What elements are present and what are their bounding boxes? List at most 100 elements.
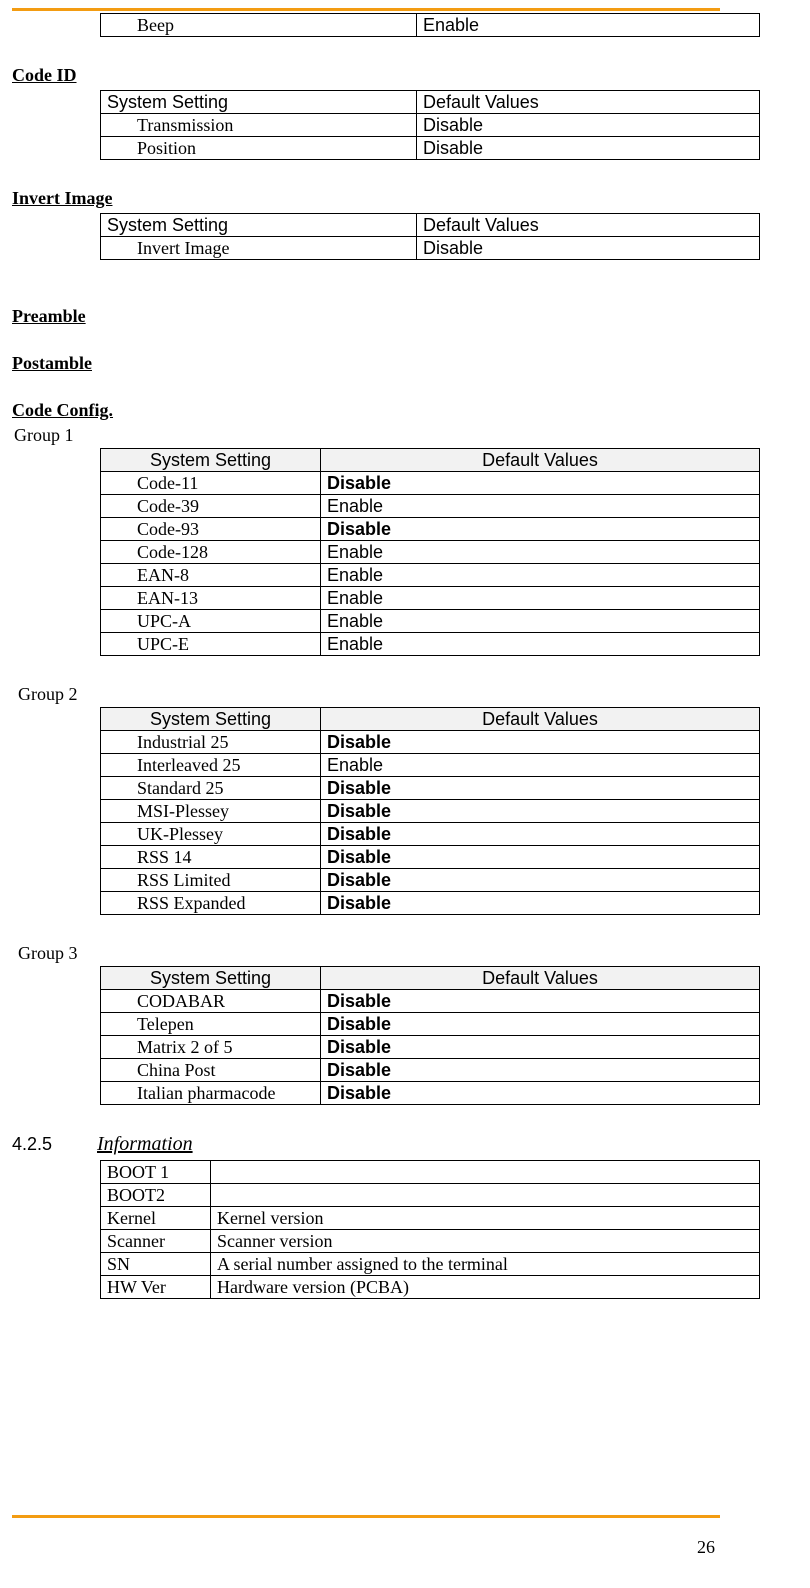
value-cell: Disable	[321, 1059, 760, 1082]
setting-cell: Position	[101, 137, 417, 160]
setting-cell: Interleaved 25	[101, 754, 321, 777]
table-row: TelepenDisable	[101, 1013, 760, 1036]
table-row: BOOT 1	[101, 1161, 760, 1184]
setting-cell: UPC-A	[101, 610, 321, 633]
setting-cell: CODABAR	[101, 990, 321, 1013]
header-cell: System Setting	[101, 91, 417, 114]
setting-cell: UK-Plessey	[101, 823, 321, 846]
table-row: Italian pharmacodeDisable	[101, 1082, 760, 1105]
value-cell: Enable	[321, 564, 760, 587]
page-number: 26	[697, 1537, 715, 1558]
table-row: Code-11Disable	[101, 472, 760, 495]
value-cell: Disable	[321, 800, 760, 823]
info-value: Scanner version	[211, 1230, 760, 1253]
table-row: Industrial 25Disable	[101, 731, 760, 754]
table-row: Interleaved 25Enable	[101, 754, 760, 777]
table-header-row: System Setting Default Values	[101, 967, 760, 990]
table-row: Invert Image Disable	[101, 237, 760, 260]
setting-cell: Transmission	[101, 114, 417, 137]
value-cell: Disable	[321, 990, 760, 1013]
value-cell: Disable	[321, 846, 760, 869]
group2-table: System Setting Default Values Industrial…	[100, 707, 760, 915]
table-row: MSI-PlesseyDisable	[101, 800, 760, 823]
value-cell: Disable	[417, 114, 760, 137]
value-cell: Enable	[321, 495, 760, 518]
info-key: SN	[101, 1253, 211, 1276]
value-cell: Disable	[321, 823, 760, 846]
value-cell: Disable	[321, 1082, 760, 1105]
header-cell: System Setting	[101, 967, 321, 990]
table-row: UK-PlesseyDisable	[101, 823, 760, 846]
setting-cell: EAN-13	[101, 587, 321, 610]
heading-invert-image: Invert Image	[12, 188, 720, 209]
setting-cell: China Post	[101, 1059, 321, 1082]
setting-cell: Standard 25	[101, 777, 321, 800]
header-cell: System Setting	[101, 708, 321, 731]
table-row: Code-93Disable	[101, 518, 760, 541]
table-row: SNA serial number assigned to the termin…	[101, 1253, 760, 1276]
value-cell: Enable	[321, 541, 760, 564]
table-header-row: System Setting Default Values	[101, 214, 760, 237]
group3-table: System Setting Default Values CODABARDis…	[100, 966, 760, 1105]
setting-cell: RSS Limited	[101, 869, 321, 892]
information-section: 4.2.5 Information BOOT 1BOOT2KernelKerne…	[12, 1133, 720, 1299]
info-value: Hardware version (PCBA)	[211, 1276, 760, 1299]
table-row: HW VerHardware version (PCBA)	[101, 1276, 760, 1299]
header-cell: Default Values	[321, 708, 760, 731]
value-cell: Disable	[321, 777, 760, 800]
table-header-row: System Setting Default Values	[101, 708, 760, 731]
information-table: BOOT 1BOOT2KernelKernel versionScannerSc…	[100, 1160, 760, 1299]
heading-postamble: Postamble	[12, 353, 720, 374]
beep-table: Beep Enable	[100, 13, 760, 37]
table-row: ScannerScanner version	[101, 1230, 760, 1253]
setting-cell: Code-39	[101, 495, 321, 518]
table-row: Code-39Enable	[101, 495, 760, 518]
value-cell: Disable	[321, 518, 760, 541]
setting-cell: Italian pharmacode	[101, 1082, 321, 1105]
section-title: Information	[97, 1133, 193, 1155]
setting-cell: Industrial 25	[101, 731, 321, 754]
setting-cell: Code-93	[101, 518, 321, 541]
table-row: Matrix 2 of 5Disable	[101, 1036, 760, 1059]
info-value: Kernel version	[211, 1207, 760, 1230]
group1-table: System Setting Default Values Code-11Dis…	[100, 448, 760, 656]
invert-image-table: System Setting Default Values Invert Ima…	[100, 213, 760, 260]
group1-body: Code-11DisableCode-39EnableCode-93Disabl…	[101, 472, 760, 656]
setting-cell: Code-128	[101, 541, 321, 564]
header-cell: Default Values	[321, 449, 760, 472]
table-row: Transmission Disable	[101, 114, 760, 137]
table-row: CODABARDisable	[101, 990, 760, 1013]
info-key: BOOT 1	[101, 1161, 211, 1184]
info-key: Scanner	[101, 1230, 211, 1253]
info-key: HW Ver	[101, 1276, 211, 1299]
setting-cell: Code-11	[101, 472, 321, 495]
value-cell: Disable	[321, 1036, 760, 1059]
table-row: RSS LimitedDisable	[101, 869, 760, 892]
table-header-row: System Setting Default Values	[101, 449, 760, 472]
value-cell: Enable	[321, 610, 760, 633]
value-cell: Disable	[417, 237, 760, 260]
setting-cell: MSI-Plessey	[101, 800, 321, 823]
group3-label: Group 3	[18, 943, 720, 964]
value-cell: Enable	[321, 587, 760, 610]
info-key: Kernel	[101, 1207, 211, 1230]
table-row: Position Disable	[101, 137, 760, 160]
bottom-divider	[12, 1515, 720, 1518]
header-cell: Default Values	[321, 967, 760, 990]
group2-label: Group 2	[18, 684, 720, 705]
table-row: KernelKernel version	[101, 1207, 760, 1230]
value-cell: Enable	[321, 633, 760, 656]
value-cell: Disable	[321, 472, 760, 495]
header-cell: System Setting	[101, 449, 321, 472]
group2-body: Industrial 25DisableInterleaved 25Enable…	[101, 731, 760, 915]
value-cell: Disable	[321, 869, 760, 892]
setting-cell: Invert Image	[101, 237, 417, 260]
header-cell: Default Values	[417, 214, 760, 237]
header-cell: System Setting	[101, 214, 417, 237]
value-cell: Disable	[321, 892, 760, 915]
setting-cell: UPC-E	[101, 633, 321, 656]
table-header-row: System Setting Default Values	[101, 91, 760, 114]
setting-cell: Telepen	[101, 1013, 321, 1036]
heading-code-id: Code ID	[12, 65, 720, 86]
setting-cell: RSS 14	[101, 846, 321, 869]
